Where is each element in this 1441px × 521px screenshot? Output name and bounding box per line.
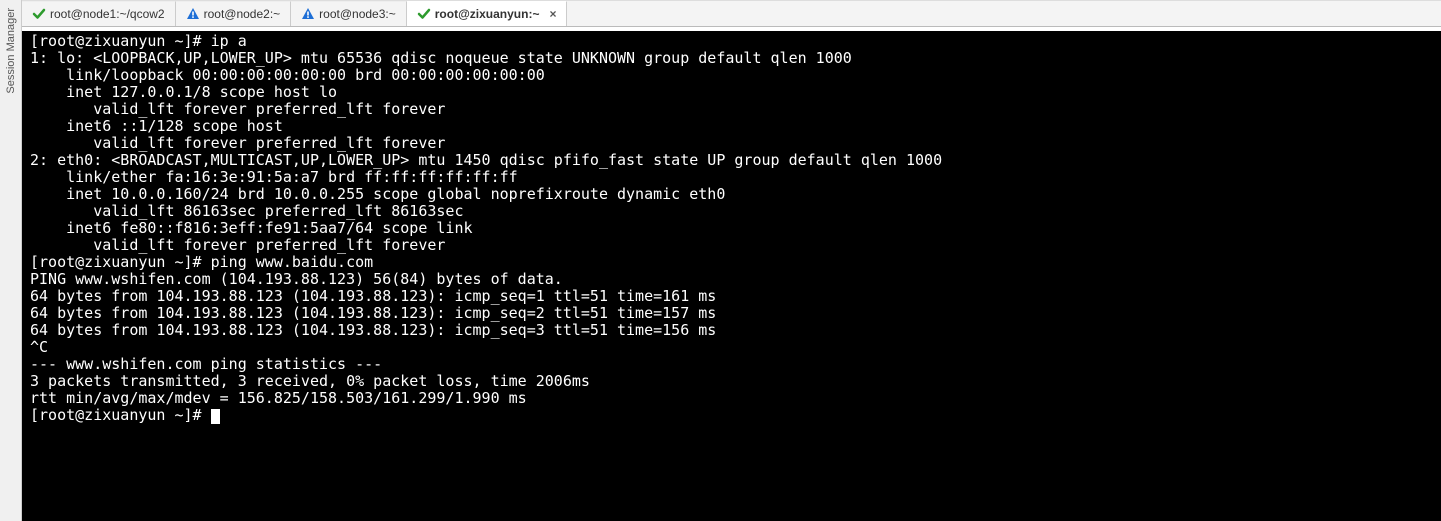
tab-1[interactable]: root@node2:~	[176, 1, 292, 26]
tab-label: root@node1:~/qcow2	[50, 7, 165, 21]
tab-bar: root@node1:~/qcow2 root@node2:~ root@node3…	[22, 1, 1441, 27]
main-area: root@node1:~/qcow2 root@node2:~ root@node3…	[22, 0, 1441, 521]
session-manager-sidebar[interactable]: Session Manager	[0, 0, 22, 521]
tab-0[interactable]: root@node1:~/qcow2	[22, 1, 176, 26]
terminal-output: [root@zixuanyun ~]# ip a 1: lo: <LOOPBAC…	[30, 33, 1441, 424]
session-manager-label: Session Manager	[5, 8, 17, 94]
terminal-cursor	[211, 409, 220, 424]
tab-label: root@node2:~	[204, 7, 281, 21]
tab-2[interactable]: root@node3:~	[291, 1, 407, 26]
tab-label: root@node3:~	[319, 7, 396, 21]
check-icon	[417, 7, 431, 21]
tab-label: root@zixuanyun:~	[435, 7, 540, 21]
check-icon	[32, 7, 46, 21]
terminal-wrapper[interactable]: [root@zixuanyun ~]# ip a 1: lo: <LOOPBAC…	[22, 27, 1441, 521]
alert-icon	[301, 7, 315, 21]
tab-3[interactable]: root@zixuanyun:~ ×	[407, 1, 568, 26]
alert-icon	[186, 7, 200, 21]
close-icon[interactable]: ×	[549, 7, 556, 21]
